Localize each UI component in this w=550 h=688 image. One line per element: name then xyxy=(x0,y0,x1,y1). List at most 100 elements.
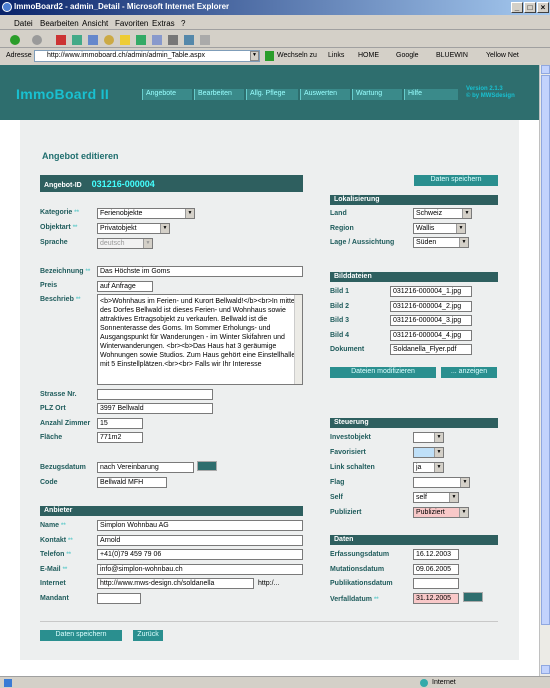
email-input[interactable]: info@simplon-wohnbau.ch xyxy=(97,564,303,575)
internet-input[interactable]: http://www.mws-design.ch/soldanella xyxy=(97,578,254,589)
nav-auswerten[interactable]: Auswerten xyxy=(300,89,350,100)
nav-wartung[interactable]: Wartung xyxy=(352,89,402,100)
go-icon[interactable] xyxy=(265,51,274,61)
fav-select[interactable]: ▼ xyxy=(413,447,444,458)
menu-bearbeiten[interactable]: Bearbeiten xyxy=(40,19,79,28)
history-icon[interactable] xyxy=(136,35,146,45)
bild2-input[interactable]: 031216-000004_2.jpg xyxy=(390,301,472,312)
ie-icon xyxy=(2,2,12,12)
link-bluewin[interactable]: BLUEWIN xyxy=(436,52,468,59)
plz-label: PLZ Ort xyxy=(40,405,66,412)
textarea-scrollbar[interactable] xyxy=(294,295,302,384)
invest-select[interactable]: ▼ xyxy=(413,432,444,443)
bezeichnung-input[interactable]: Das Höchste im Goms xyxy=(97,266,303,277)
flag-select[interactable]: ▼ xyxy=(413,477,470,488)
print-icon[interactable] xyxy=(168,35,178,45)
go-button[interactable]: Wechseln zu xyxy=(277,52,317,59)
erf-label: Erfassungsdatum xyxy=(330,551,390,558)
nav-angebote[interactable]: Angebote xyxy=(142,89,192,100)
objektart-select[interactable]: Privatobjekt ▼ xyxy=(97,223,170,234)
self-label: Self xyxy=(330,494,343,501)
edit-icon[interactable] xyxy=(184,35,194,45)
kategorie-select[interactable]: Ferienobjekte ▼ xyxy=(97,208,195,219)
link-google[interactable]: Google xyxy=(396,52,419,59)
minimize-button[interactable]: _ xyxy=(511,2,523,13)
dropdown-arrow-icon: ▼ xyxy=(160,224,169,233)
nav-bearbeiten[interactable]: Bearbeiten xyxy=(194,89,244,100)
maximize-button[interactable]: □ xyxy=(524,2,536,13)
scroll-thumb[interactable] xyxy=(541,75,550,625)
beschrieb-textarea[interactable]: <b>Wohnhaus im Ferien- und Kurort Bellwa… xyxy=(97,294,303,385)
mandant-input[interactable] xyxy=(97,593,141,604)
mail-icon[interactable] xyxy=(152,35,162,45)
scroll-down-icon[interactable] xyxy=(541,665,550,674)
strasse-input[interactable] xyxy=(97,389,213,400)
calendar-icon[interactable] xyxy=(463,592,483,602)
search-icon[interactable] xyxy=(104,35,114,45)
lage-select[interactable]: Süden ▼ xyxy=(413,237,469,248)
bezug-input[interactable]: nach Vereinbarung xyxy=(97,462,194,473)
globe-icon xyxy=(420,679,428,687)
preis-input[interactable]: auf Anfrage xyxy=(97,281,153,292)
nav-hilfe[interactable]: Hilfe xyxy=(404,89,458,100)
menu-favoriten[interactable]: Favoriten xyxy=(115,19,148,28)
pub-select[interactable]: Publiziert ▼ xyxy=(413,507,469,518)
code-input[interactable]: Bellwald MFH xyxy=(97,477,167,488)
page-scrollbar[interactable] xyxy=(539,65,550,676)
zimmer-input[interactable]: 15 xyxy=(97,418,143,429)
dokument-label: Dokument xyxy=(330,346,365,353)
name-input[interactable]: Simplon Wohnbau AG xyxy=(97,520,303,531)
favorites-icon[interactable] xyxy=(120,35,130,45)
forward-icon[interactable] xyxy=(32,35,42,45)
show-files-button[interactable]: ... anzeigen xyxy=(441,367,497,378)
beschrieb-label: Beschrieb ** xyxy=(40,296,81,303)
verf-input[interactable]: 31.12.2005 xyxy=(413,593,459,604)
scroll-up-icon[interactable] xyxy=(541,65,550,74)
link-select[interactable]: ja ▼ xyxy=(413,462,444,473)
bild3-input[interactable]: 031216-000004_3.jpg xyxy=(390,315,472,326)
stop-icon[interactable] xyxy=(56,35,66,45)
plz-input[interactable]: 3997 Bellwald xyxy=(97,403,213,414)
menu-extras[interactable]: Extras xyxy=(152,19,175,28)
region-select[interactable]: Wallis ▼ xyxy=(413,223,466,234)
back-icon[interactable] xyxy=(10,35,20,45)
link-yellownet[interactable]: Yellow Net xyxy=(486,52,519,59)
publ-input[interactable] xyxy=(413,578,459,589)
close-button[interactable]: × xyxy=(537,2,549,13)
sprache-select: deutsch ▼ xyxy=(97,238,153,249)
flaeche-input[interactable]: 771m2 xyxy=(97,432,143,443)
publ-label: Publikationsdatum xyxy=(330,580,393,587)
land-select[interactable]: Schweiz ▼ xyxy=(413,208,472,219)
kontakt-input[interactable]: Arnold xyxy=(97,535,303,546)
menu-datei[interactable]: Datei xyxy=(14,19,33,28)
menu-help[interactable]: ? xyxy=(181,19,185,28)
dropdown-arrow-icon: ▼ xyxy=(459,238,468,247)
angebot-id-label: Angebot-ID xyxy=(44,182,82,189)
calendar-icon[interactable] xyxy=(197,461,217,471)
nav-allg-pflege[interactable]: Allg. Pflege xyxy=(246,89,298,100)
bild1-label: Bild 1 xyxy=(330,288,350,295)
home-icon[interactable] xyxy=(88,35,98,45)
link-home[interactable]: HOME xyxy=(358,52,379,59)
mut-input[interactable]: 09.06.2005 xyxy=(413,564,459,575)
telefon-label: Telefon ** xyxy=(40,551,71,558)
save-button-top[interactable]: Daten speichern xyxy=(414,175,498,186)
erf-input[interactable]: 16.12.2003 xyxy=(413,549,459,560)
internet-link[interactable]: http:/... xyxy=(258,580,279,587)
bild1-input[interactable]: 031216-000004_1.jpg xyxy=(390,286,472,297)
address-input[interactable]: http://www.immoboard.ch/admin/admin_Tabl… xyxy=(34,50,260,62)
back-button[interactable]: Zurück xyxy=(133,630,163,641)
refresh-icon[interactable] xyxy=(72,35,82,45)
address-dropdown-icon[interactable]: ▼ xyxy=(250,51,259,61)
bild4-input[interactable]: 031216-000004_4.jpg xyxy=(390,330,472,341)
save-button-bottom[interactable]: Daten speichern xyxy=(40,630,122,641)
self-select[interactable]: self ▼ xyxy=(413,492,459,503)
dokument-input[interactable]: Soldanella_Flyer.pdf xyxy=(390,344,472,355)
menu-ansicht[interactable]: Ansicht xyxy=(82,19,108,28)
strasse-label: Strasse Nr. xyxy=(40,391,77,398)
telefon-input[interactable]: +41(0)79 459 79 06 xyxy=(97,549,303,560)
modify-files-button[interactable]: Dateien modifizieren xyxy=(330,367,436,378)
discuss-icon[interactable] xyxy=(200,35,210,45)
anbieter-header: Anbieter xyxy=(40,506,303,516)
fav-label: Favorisiert xyxy=(330,449,366,456)
